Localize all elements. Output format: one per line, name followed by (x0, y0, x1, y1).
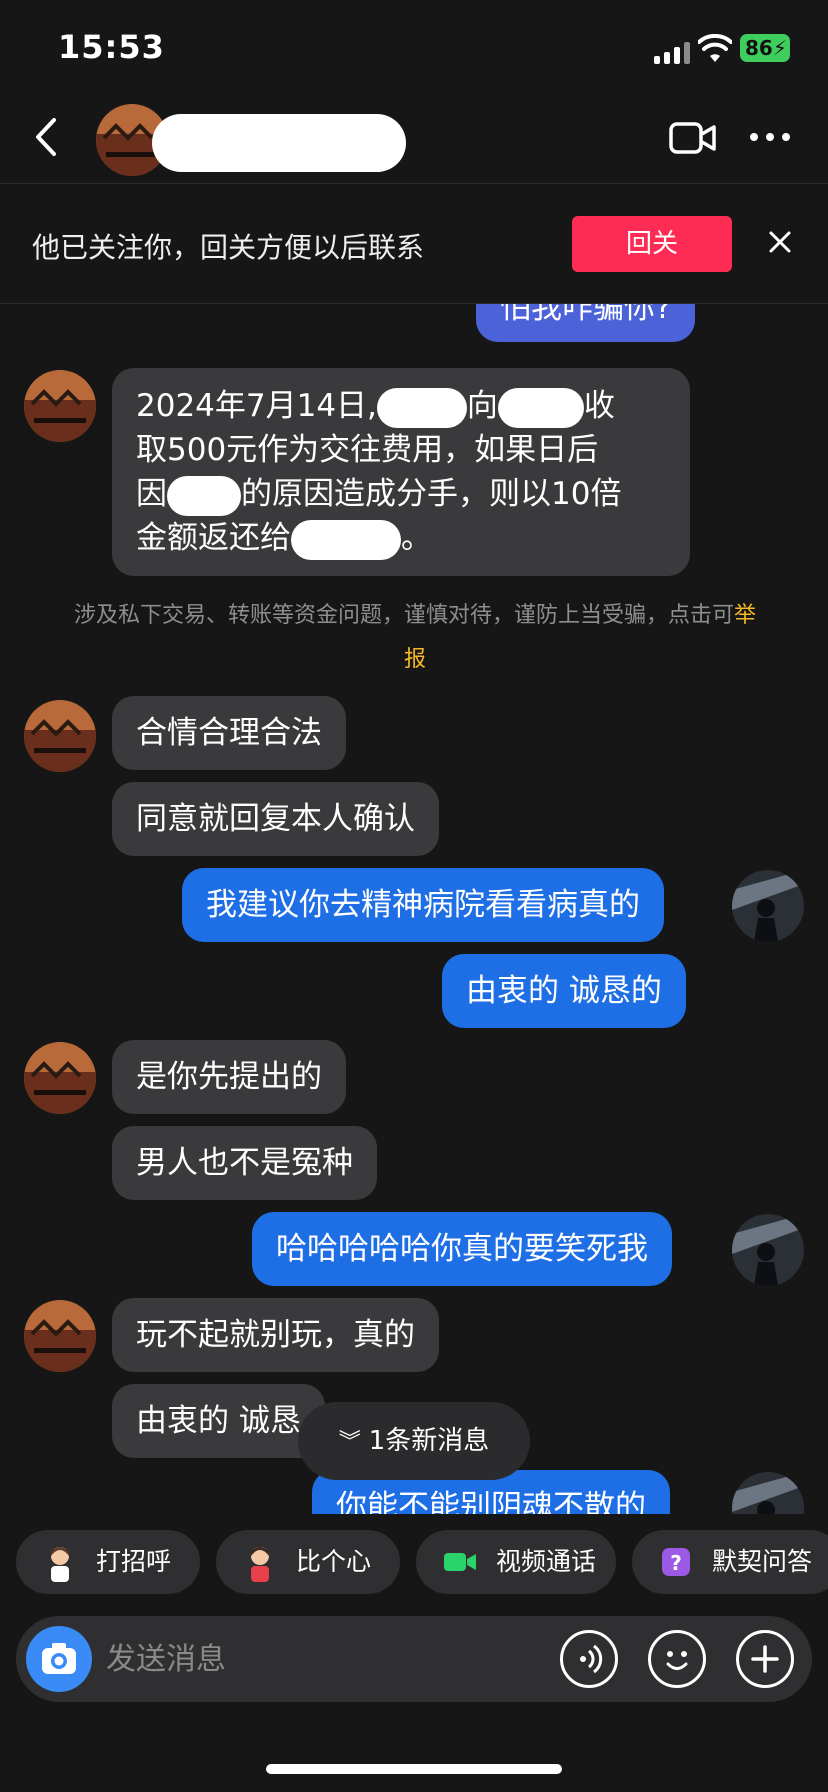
new-message-pill[interactable]: ︾ 1条新消息 (298, 1402, 530, 1480)
message-bubble-incoming[interactable]: 玩不起就别玩，真的 (112, 1298, 439, 1372)
heart-gesture-icon (251, 1547, 269, 1582)
camera-icon (42, 1643, 76, 1674)
close-icon[interactable] (764, 226, 796, 258)
redaction-mask (291, 519, 401, 560)
chat-header (0, 92, 828, 184)
emoji-icon (666, 1651, 688, 1670)
quick-action-label: 打招呼 (96, 1547, 172, 1576)
message-list[interactable]: 怕我咋骗你? 2024年7月14日, 向收 取500元作为交往费用，如果日后 因的… (0, 304, 828, 1514)
plus-button[interactable] (736, 1630, 794, 1688)
contact-avatar[interactable] (24, 1042, 96, 1114)
follow-banner-text: 他已关注你，回关方便以后联系 (32, 231, 425, 264)
message-line: 2024年7月14日, 向收 (136, 384, 666, 428)
message-bubble-outgoing[interactable]: 我建议你去精神病院看看病真的 (182, 868, 664, 942)
svg-text:?: ? (670, 1551, 682, 1575)
voice-button[interactable] (560, 1630, 618, 1688)
wifi-icon (698, 34, 732, 62)
quick-action-heart[interactable]: 比个心 (216, 1530, 400, 1594)
home-indicator (266, 1764, 562, 1774)
message-bubble-incoming[interactable]: 同意就回复本人确认 (112, 782, 439, 856)
user-avatar[interactable] (732, 870, 804, 942)
fraud-warning: 涉及私下交易、转账等资金问题，谨慎对待，谨防上当受骗，点击可举报 (70, 594, 760, 682)
quick-action-label: 视频通话 (496, 1547, 597, 1576)
message-bubble-incoming[interactable]: 合情合理合法 (112, 696, 346, 770)
follow-back-button[interactable]: 回关 (572, 216, 732, 272)
question-box-icon: ? (662, 1548, 690, 1576)
contact-avatar[interactable] (24, 700, 96, 772)
new-message-label: 1条新消息 (368, 1426, 490, 1456)
status-time: 15:53 (58, 28, 165, 66)
emoji-button[interactable] (648, 1630, 706, 1688)
voice-icon (580, 1644, 603, 1674)
redaction-mask (376, 387, 467, 428)
message-bubble-incoming[interactable]: 男人也不是冤种 (112, 1126, 377, 1200)
wave-hello-icon (51, 1547, 69, 1582)
message-line: 取500元作为交往费用，如果日后 (136, 432, 599, 468)
message-bubble-outgoing[interactable]: 哈哈哈哈哈你真的要笑死我 (252, 1212, 672, 1286)
camera-button[interactable] (26, 1626, 92, 1692)
message-bubble-incoming[interactable]: 由衷的 诚恳 (112, 1384, 325, 1458)
quick-action-video-call[interactable]: 视频通话 (416, 1530, 616, 1594)
video-call-icon (444, 1553, 476, 1571)
contact-avatar[interactable] (24, 370, 96, 442)
battery-indicator: 86⚡ (740, 34, 790, 62)
message-bubble-incoming[interactable]: 是你先提出的 (112, 1040, 346, 1114)
double-chevron-down-icon: ︾ (338, 1430, 361, 1455)
quick-action-wave[interactable]: 打招呼 (16, 1530, 200, 1594)
message-bubble-incoming[interactable]: 2024年7月14日, 向收 取500元作为交往费用，如果日后 因的原因造成分手，… (112, 368, 690, 576)
quick-action-quiz[interactable]: ? 默契问答 (632, 1530, 828, 1594)
quick-action-label: 默契问答 (712, 1547, 813, 1576)
battery-level: 86 (745, 36, 773, 60)
quick-action-bar: 打招呼 比个心 视频通话 ? 默契问答 (0, 1530, 828, 1596)
redaction-mask (167, 475, 241, 516)
redaction-mask (497, 387, 584, 428)
plus-icon (751, 1645, 779, 1673)
user-avatar[interactable] (732, 1472, 804, 1514)
cellular-signal-icon (654, 40, 692, 64)
chevron-left-icon[interactable] (28, 114, 68, 160)
status-bar: 15:53 86⚡ (0, 0, 828, 100)
follow-banner: 他已关注你，回关方便以后联系 回关 (0, 186, 828, 304)
contact-avatar[interactable] (24, 1300, 96, 1372)
user-avatar[interactable] (732, 1214, 804, 1286)
message-line: 金额返还给。 (136, 516, 666, 560)
message-bubble-outgoing[interactable]: 由衷的 诚恳的 (442, 954, 686, 1028)
video-camera-icon[interactable] (668, 118, 718, 158)
message-bubble-outgoing[interactable]: 怕我咋骗你? (476, 304, 696, 342)
message-input-bar (16, 1616, 812, 1702)
contact-name-redacted (152, 114, 406, 172)
ellipsis-icon[interactable] (750, 128, 794, 144)
quick-action-label: 比个心 (296, 1547, 372, 1576)
message-line: 因的原因造成分手，则以10倍 (136, 472, 666, 516)
message-input[interactable] (106, 1630, 486, 1688)
fraud-warning-text: 涉及私下交易、转账等资金问题，谨慎对待，谨防上当受骗，点击可 (73, 603, 734, 628)
